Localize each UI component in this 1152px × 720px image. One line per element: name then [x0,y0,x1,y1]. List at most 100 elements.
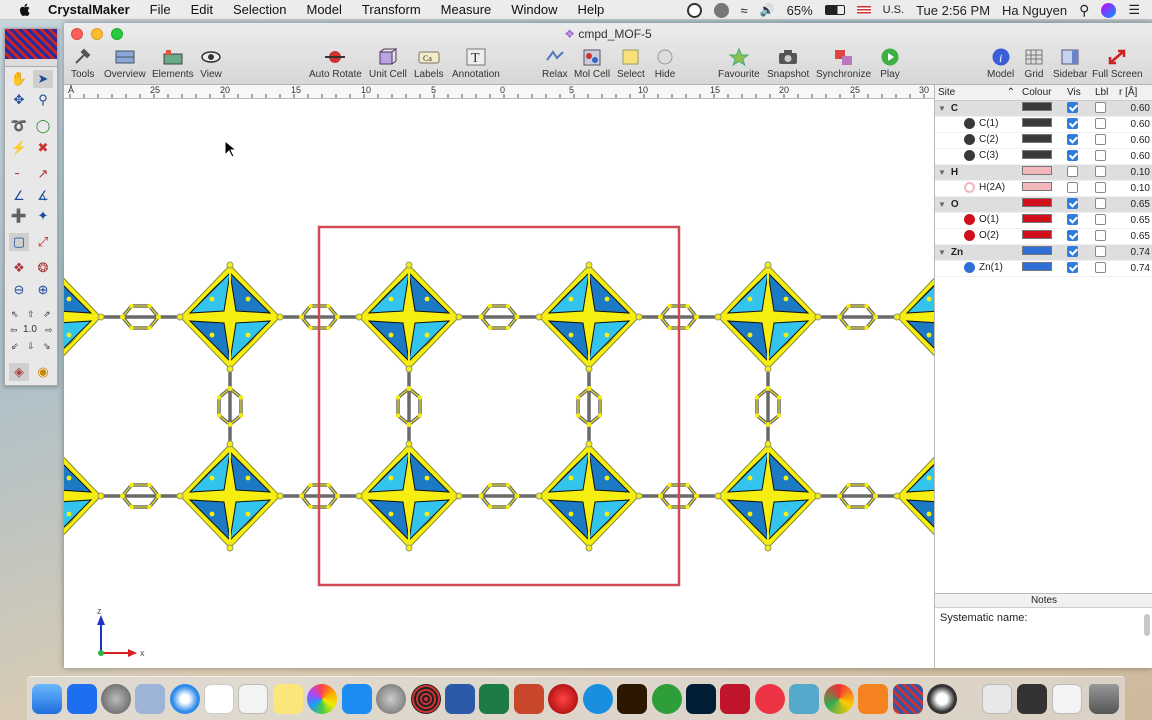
visibility-checkbox[interactable] [1067,262,1078,274]
colour-swatch[interactable] [1022,214,1052,223]
site-row[interactable]: C(1) 0.60 [935,116,1152,133]
visibility-checkbox[interactable] [1067,182,1078,194]
bond-tool-icon[interactable]: ╴ [9,165,29,183]
chrome-icon[interactable] [824,684,854,714]
powerpoint-icon[interactable] [514,684,544,714]
toolbar-sidebar-button[interactable]: Sidebar [1053,47,1087,80]
toolbar-unit-cell-button[interactable]: Unit Cell [369,47,407,80]
label-checkbox[interactable] [1095,230,1106,242]
toolbar-elements-button[interactable]: Elements [152,47,194,80]
visibility-checkbox[interactable] [1067,102,1078,114]
site-row[interactable]: C(3) 0.60 [935,148,1152,165]
wifi-icon[interactable]: ≈ [741,3,748,18]
teamviewer-icon[interactable] [583,684,613,714]
column-colour[interactable]: Colour [1019,85,1064,101]
nudge-up-left-icon[interactable]: ⇖ [11,309,19,320]
site-row[interactable]: O(1) 0.65 [935,212,1152,229]
frame-tool-icon[interactable]: ▢ [9,233,29,251]
visibility-checkbox[interactable] [1067,134,1078,146]
site-row[interactable]: Zn(1) 0.74 [935,260,1152,277]
add-atom-icon[interactable]: ➕ [9,207,29,225]
distance-tool-icon[interactable]: ↗ [33,165,53,183]
toolbar-mol-cell-button[interactable]: Mol Cell [574,47,610,80]
move-tool-icon[interactable]: ✥ [9,91,29,109]
radius-value[interactable]: 0.10 [1116,164,1152,181]
radius-value[interactable]: 0.74 [1116,260,1152,277]
disclosure-triangle-icon[interactable]: ▼ [938,168,946,177]
zoom-in-icon[interactable]: ⊕ [33,281,53,299]
site-group-row[interactable]: ▼ H 0.10 [935,164,1152,181]
radius-value[interactable]: 0.65 [1116,196,1152,213]
app-store-icon[interactable] [342,684,372,714]
radius-value[interactable]: 0.65 [1116,228,1152,245]
toolbar-labels-button[interactable]: Ca Labels [414,47,443,80]
apple-icon[interactable] [17,2,33,18]
screen-app-icon[interactable] [789,684,819,714]
nudge-up-right-icon[interactable]: ⇗ [43,309,51,320]
hand-tool-icon[interactable]: ✋ [9,70,29,88]
crystal-structure[interactable]: z x [64,100,934,668]
colour-swatch[interactable] [1022,246,1052,255]
arrow-tool-icon[interactable]: ➤ [33,70,53,88]
radius-value[interactable]: 0.60 [1116,148,1152,165]
rotation-step-value[interactable]: 1.0 [23,324,37,335]
documents-stack-icon[interactable] [982,684,1012,714]
column-radius[interactable]: r [Å] [1116,85,1152,101]
site-group-row[interactable]: ▼ O 0.65 [935,196,1152,213]
toolbar-annotation-button[interactable]: T Annotation [452,47,500,80]
rotate-tool-icon[interactable]: ✖ [33,139,53,157]
visibility-checkbox[interactable] [1067,118,1078,130]
colour-swatch[interactable] [1022,230,1052,239]
mendeley-icon[interactable] [720,684,750,714]
torsion-tool-icon[interactable]: ∡ [33,187,53,205]
clock[interactable]: Tue 2:56 PM [916,3,990,18]
toolbar-model-button[interactable]: i Model [987,47,1014,80]
nudge-left-icon[interactable]: ⇦ [10,325,18,336]
preview-icon[interactable] [135,684,165,714]
nudge-up-icon[interactable]: ⇧ [27,309,35,320]
toolbar-select-button[interactable]: Select [617,47,645,80]
nudge-right-icon[interactable]: ⇨ [45,325,53,336]
disclosure-triangle-icon[interactable]: ▼ [938,104,946,113]
menu-selection[interactable]: Selection [233,2,286,17]
label-checkbox[interactable] [1095,198,1106,210]
colour-swatch[interactable] [1022,150,1052,159]
illustrator-icon[interactable] [617,684,647,714]
textedit-icon[interactable] [238,684,268,714]
label-checkbox[interactable] [1095,118,1106,130]
menu-edit[interactable]: Edit [191,2,213,17]
system-preferences-icon[interactable] [376,684,406,714]
menu-file[interactable]: File [150,2,171,17]
notes-app-icon[interactable] [273,684,303,714]
menu-window[interactable]: Window [511,2,557,17]
label-checkbox[interactable] [1095,102,1106,114]
trash-icon[interactable] [1089,684,1119,714]
toolbar-favourite-button[interactable]: Favourite [718,47,760,80]
label-checkbox[interactable] [1095,182,1106,194]
site-group-row[interactable]: ▼ C 0.60 [935,100,1152,117]
radius-value[interactable]: 0.74 [1116,244,1152,261]
siri-icon[interactable] [1101,2,1117,18]
launchpad-icon[interactable] [101,684,131,714]
toolbar-relax-button[interactable]: Relax [542,47,568,80]
visibility-checkbox[interactable] [1067,166,1078,178]
label-checkbox[interactable] [1095,246,1106,258]
magnify-tool-icon[interactable]: ⚲ [33,91,53,109]
disclosure-triangle-icon[interactable]: ▼ [938,248,946,257]
safari-icon[interactable] [170,684,200,714]
crystaldiffract-icon[interactable] [893,684,923,714]
palette-titlebar[interactable] [5,59,57,67]
menu-measure[interactable]: Measure [441,2,492,17]
mickey-app-icon[interactable] [548,684,578,714]
menu-app-name[interactable]: CrystalMaker [48,2,130,17]
toolbar-snapshot-button[interactable]: Snapshot [767,47,809,80]
eraser-tool-icon[interactable]: ◈ [9,363,29,381]
angle-tool-icon[interactable]: ∠ [9,187,29,205]
finder-icon[interactable] [32,684,62,714]
toolbar-full-screen-button[interactable]: Full Screen [1092,47,1143,80]
nudge-down-left-icon[interactable]: ⇙ [11,341,19,352]
menu-transform[interactable]: Transform [362,2,421,17]
toolbar-hide-button[interactable]: Hide [654,47,676,80]
quicktime-icon[interactable] [927,684,957,714]
toolbar-auto-rotate-button[interactable]: Auto Rotate [309,47,362,80]
